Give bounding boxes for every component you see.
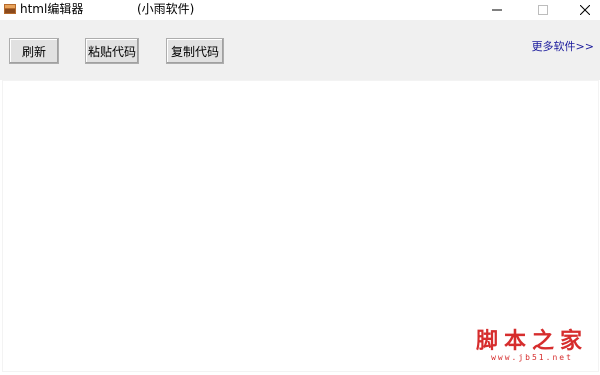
copy-code-button[interactable]: 复制代码 — [166, 38, 224, 64]
watermark-url: www.jb51.net — [491, 353, 573, 362]
app-book-icon — [4, 3, 16, 15]
refresh-button[interactable]: 刷新 — [9, 38, 59, 64]
maximize-icon — [538, 5, 548, 15]
html-editor-area[interactable]: 脚本之家 www.jb51.net — [2, 80, 599, 372]
close-icon — [580, 5, 590, 15]
more-software-link[interactable]: 更多软件>> — [532, 40, 594, 53]
toolbar: 刷新 粘贴代码 复制代码 更多软件>> — [0, 20, 600, 80]
window-subtitle: (小雨软件) — [137, 2, 195, 16]
watermark-title: 脚本之家 — [475, 328, 588, 354]
site-watermark: 脚本之家 www.jb51.net — [476, 329, 588, 363]
window-title: html编辑器 — [20, 2, 84, 16]
title-bar: html编辑器 (小雨软件) — [0, 0, 600, 20]
paste-code-button[interactable]: 粘贴代码 — [85, 38, 139, 64]
minimize-button[interactable] — [477, 0, 517, 20]
minimize-icon — [492, 5, 502, 15]
maximize-button[interactable] — [523, 0, 563, 20]
close-button[interactable] — [565, 0, 600, 20]
